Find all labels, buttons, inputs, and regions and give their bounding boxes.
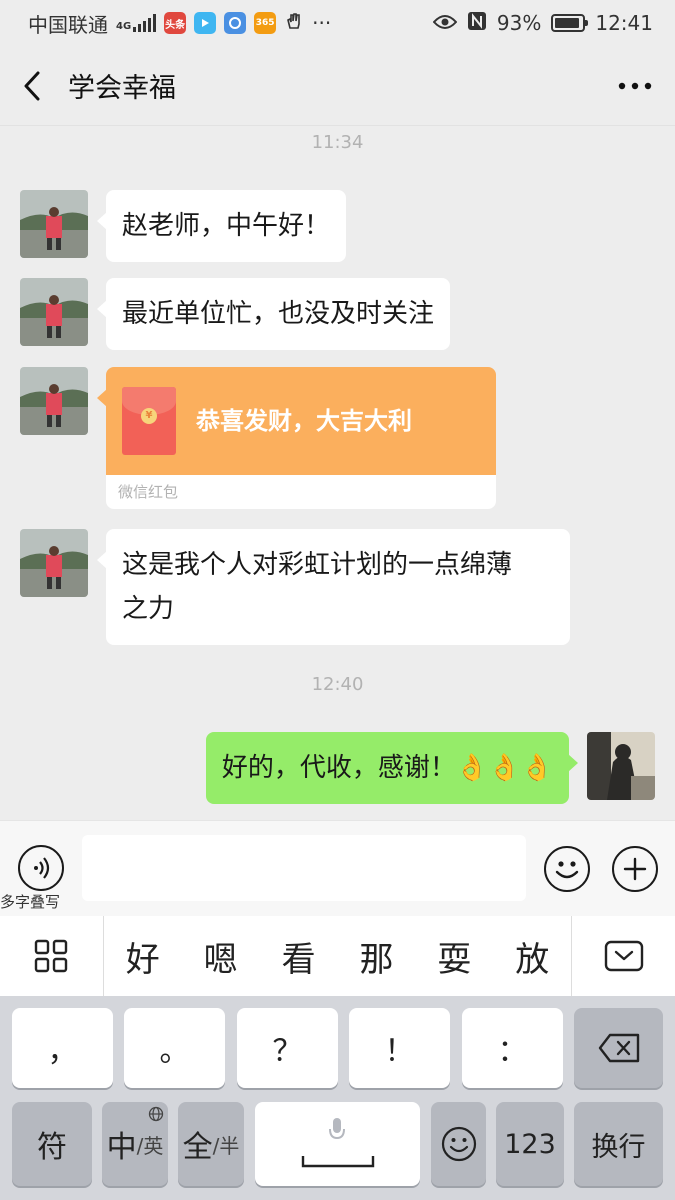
message-bubble[interactable]: 赵老师，中午好！ — [96, 190, 347, 262]
contact-avatar[interactable] — [20, 278, 88, 346]
key-colon[interactable]: ： — [462, 1008, 563, 1088]
candidate-word[interactable]: 看 — [260, 932, 338, 981]
contact-avatar[interactable] — [20, 367, 88, 435]
backspace-icon — [598, 1033, 639, 1063]
more-notifications-icon: ··· — [312, 11, 332, 35]
candidate-word[interactable]: 好 — [104, 932, 182, 981]
my-message-bubble[interactable]: 好的，代收，感谢！👌👌👌 — [205, 732, 579, 804]
back-button[interactable] — [0, 46, 64, 126]
en-label: /英 — [136, 1133, 164, 1158]
chat-title: 学会幸福 — [68, 73, 176, 104]
more-functions-button[interactable] — [612, 846, 658, 892]
timestamp: 12:40 — [311, 674, 364, 695]
keyboard-menu-button[interactable] — [0, 916, 104, 996]
battery-percent: 93% — [496, 11, 542, 35]
hand-icon — [284, 11, 304, 36]
key-comma[interactable]: ， — [12, 1008, 113, 1088]
cn-en-switch-key[interactable]: 中/英 — [102, 1102, 168, 1186]
numbers-key[interactable]: 123 — [496, 1102, 564, 1186]
emoji-button[interactable] — [544, 846, 590, 892]
space-key[interactable] — [255, 1102, 420, 1186]
globe-icon — [148, 1106, 164, 1122]
red-packet-footer: 微信红包 — [106, 475, 496, 509]
full-label: 全 — [182, 1130, 213, 1165]
grid-icon — [35, 939, 68, 973]
candidate-word[interactable]: 那 — [338, 932, 416, 981]
symbols-key[interactable]: 符 — [12, 1102, 92, 1186]
candidate-word[interactable]: 耍 — [415, 932, 493, 981]
red-packet-body: ¥ 恭喜发财，大吉大利 — [97, 367, 496, 475]
message-bubble[interactable]: 这是我个人对彩虹计划的一点绵薄 之力 — [97, 529, 570, 645]
video-icon — [194, 12, 217, 34]
message-input[interactable] — [82, 835, 526, 901]
contact-avatar[interactable] — [20, 190, 88, 258]
my-avatar[interactable] — [587, 732, 655, 800]
message-text: 好的，代收，感谢！👌👌👌 — [221, 753, 553, 783]
nav-bar: 学会幸福 — [0, 46, 675, 126]
hide-keyboard-button[interactable] — [571, 916, 675, 996]
nfc-icon — [467, 11, 487, 36]
cn-label: 中 — [106, 1130, 137, 1165]
red-packet-label: 微信红包 — [118, 483, 179, 501]
key-question[interactable]: ？ — [237, 1008, 338, 1088]
input-bar: 多字叠写 — [0, 820, 675, 916]
candidate-word[interactable]: 嗯 — [182, 932, 260, 981]
full-half-width-key[interactable]: 全/半 — [178, 1102, 244, 1186]
network-type-label: 4G — [116, 21, 132, 32]
red-packet-message[interactable]: ¥ 恭喜发财，大吉大利 微信红包 — [97, 367, 496, 509]
eye-icon — [432, 11, 458, 35]
chevron-left-icon — [24, 71, 40, 100]
half-label: /半 — [212, 1133, 240, 1158]
message-text-line: 之力 — [122, 594, 175, 624]
space-bar-icon — [301, 1156, 375, 1168]
red-packet-greeting: 恭喜发财，大吉大利 — [196, 407, 412, 435]
microphone-icon — [329, 1118, 345, 1140]
message-text: 最近单位忙，也没及时关注 — [122, 299, 435, 329]
clock: 12:41 — [595, 11, 653, 35]
chat-area: 11:34 赵老师，中午好！ 最近单位忙，也没及时关注 ¥ 恭喜发财，大吉大利 … — [0, 126, 675, 820]
carrier-label: 中国联通 — [28, 12, 108, 37]
browser-icon — [224, 12, 247, 34]
smiley-icon — [441, 1126, 476, 1162]
coin-icon: ¥ — [141, 408, 157, 424]
keyboard: ， 。 ？ ！ ： 符 中/英 全/半 123 换行 — [0, 996, 675, 1200]
plus-icon — [623, 857, 647, 881]
candidate-word[interactable]: 放 — [493, 932, 571, 981]
key-exclamation[interactable]: ！ — [349, 1008, 450, 1088]
voice-button[interactable] — [18, 845, 64, 891]
enter-key[interactable]: 换行 — [574, 1102, 663, 1186]
toutiao-icon: 头条 — [164, 12, 187, 34]
red-envelope-icon: ¥ — [122, 387, 176, 455]
key-period[interactable]: 。 — [124, 1008, 225, 1088]
more-dots-icon — [618, 82, 652, 89]
sports-icon: 365 — [254, 12, 277, 34]
emoji-key[interactable] — [431, 1102, 486, 1186]
candidate-bar: 好 嗯 看 那 耍 放 — [0, 916, 675, 996]
message-text-line: 这是我个人对彩虹计划的一点绵薄 — [122, 550, 513, 580]
contact-avatar[interactable] — [20, 529, 88, 597]
message-bubble[interactable]: 最近单位忙，也没及时关注 — [96, 278, 451, 350]
timestamp: 11:34 — [311, 132, 364, 153]
status-bar: 中国联通 4G 头条 365 ··· 93% 12:41 — [0, 0, 675, 46]
voice-label: 多字叠写 — [0, 893, 61, 911]
voice-icon — [34, 857, 50, 879]
more-button[interactable] — [595, 46, 675, 126]
signal-icon: 4G — [116, 14, 157, 32]
battery-icon — [551, 14, 589, 32]
message-text: 赵老师，中午好！ — [122, 211, 331, 241]
smiley-icon — [555, 861, 579, 879]
collapse-keyboard-icon — [604, 940, 643, 972]
backspace-key[interactable] — [574, 1008, 663, 1088]
